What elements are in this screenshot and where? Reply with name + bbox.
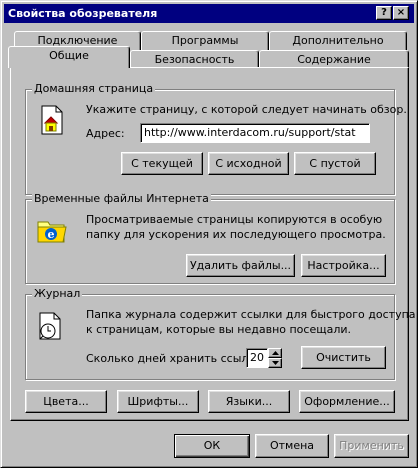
history-description-line2: к страницам, которые вы недавно посещали… (86, 323, 352, 336)
history-group: Журнал Папка журнала содержит ссылки для… (25, 287, 416, 380)
history-days-label: Сколько дней хранить ссылки: (86, 352, 266, 365)
home-page-description: Укажите страницу, с которой следует начи… (86, 103, 407, 116)
tab-general[interactable]: Общие (8, 46, 130, 68)
accessibility-button[interactable]: Оформление... (299, 390, 395, 413)
apply-button[interactable]: Применить (334, 434, 409, 458)
settings-button[interactable]: Настройка... (301, 254, 386, 277)
tab-advanced[interactable]: Дополнительно (269, 31, 407, 51)
use-current-button[interactable]: С текущей (121, 152, 203, 175)
use-default-button[interactable]: С исходной (208, 152, 289, 175)
tab-content[interactable]: Содержание (259, 50, 409, 68)
internet-options-window: Свойства обозревателя ? × Подключение Пр… (0, 0, 418, 468)
general-tab-panel: Домашняя страница Укажите страницу, с ко… (10, 67, 416, 421)
fonts-button[interactable]: Шрифты... (117, 390, 199, 413)
delete-files-button[interactable]: Удалить файлы... (186, 254, 295, 277)
ok-button[interactable]: ОК (174, 434, 250, 458)
days-spin-down-button[interactable] (268, 358, 282, 368)
colors-button[interactable]: Цвета... (25, 390, 107, 413)
history-group-label: Журнал (32, 287, 83, 300)
temp-files-description-line2: папку для ускорения их последующего прос… (86, 228, 386, 241)
cancel-button[interactable]: Отмена (255, 434, 329, 458)
spin-down-icon (272, 361, 279, 365)
svg-text:e: e (48, 228, 55, 241)
days-spin-up-button[interactable] (268, 348, 282, 358)
ie-folder-icon: e (37, 221, 67, 243)
history-days-input[interactable]: 20 (246, 348, 268, 368)
home-page-group: Домашняя страница Укажите страницу, с ко… (25, 82, 407, 195)
address-label: Адрес: (86, 127, 125, 140)
history-icon (39, 312, 61, 340)
languages-button[interactable]: Языки... (208, 390, 290, 413)
help-button[interactable]: ? (376, 6, 392, 20)
temp-files-group: Временные файлы Интернета e Просматривае… (25, 192, 395, 284)
spin-up-icon (272, 351, 279, 355)
temp-files-group-label: Временные файлы Интернета (32, 192, 211, 205)
title-bar[interactable]: Свойства обозревателя ? × (4, 4, 414, 23)
home-page-icon (41, 105, 63, 135)
close-button[interactable]: × (393, 6, 409, 20)
temp-files-description-line1: Просматриваемые страницы копируются в ос… (86, 213, 383, 226)
home-page-address-input[interactable]: http://www.interdacom.ru/support/stat (140, 123, 370, 143)
tab-security[interactable]: Безопасность (130, 50, 259, 68)
tab-programs[interactable]: Программы (141, 31, 269, 51)
window-title: Свойства обозревателя (8, 7, 158, 20)
history-description-line1: Папка журнала содержит ссылки для быстро… (86, 308, 416, 321)
clear-history-button[interactable]: Очистить (301, 346, 386, 369)
home-page-group-label: Домашняя страница (32, 82, 156, 95)
use-blank-button[interactable]: С пустой (294, 152, 376, 175)
